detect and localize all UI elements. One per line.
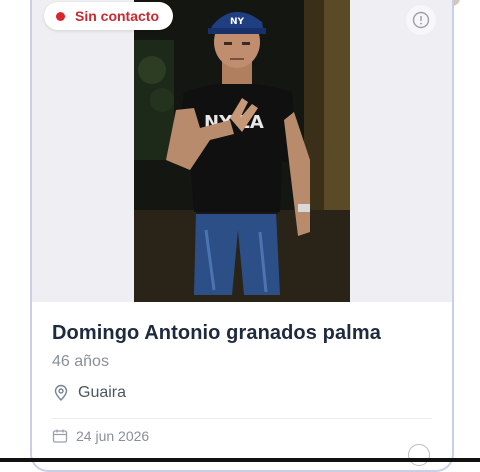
date-label: 24 jun 2026 (76, 428, 150, 444)
corner-circle-button[interactable] (408, 444, 430, 466)
person-name[interactable]: Domingo Antonio granados palma (52, 322, 381, 345)
screen: NY LA NY Sin contacto Domingo Antonio gr… (0, 0, 480, 472)
location-label: Guaira (78, 384, 127, 401)
person-photo-drawing: NY LA NY (134, 0, 350, 302)
status-label: Sin contacto (75, 8, 160, 24)
person-age: 46 años (52, 353, 109, 370)
calendar-icon (52, 429, 68, 443)
missing-person-card[interactable]: NY LA NY Sin contacto Domingo Antonio gr… (30, 0, 454, 472)
info-button[interactable] (406, 5, 436, 35)
divider (52, 418, 432, 419)
info-icon (412, 11, 430, 29)
photo-area: NY LA NY Sin contacto (32, 0, 452, 302)
status-badge: Sin contacto (44, 2, 174, 30)
location-row: Guaira (52, 384, 126, 402)
cap-logo: NY (230, 17, 245, 27)
person-photo[interactable]: NY LA NY (134, 0, 350, 302)
date-row: 24 jun 2026 (52, 428, 149, 444)
status-dot-icon (56, 11, 65, 21)
bottom-bar (0, 458, 480, 462)
map-pin-icon (54, 384, 68, 401)
